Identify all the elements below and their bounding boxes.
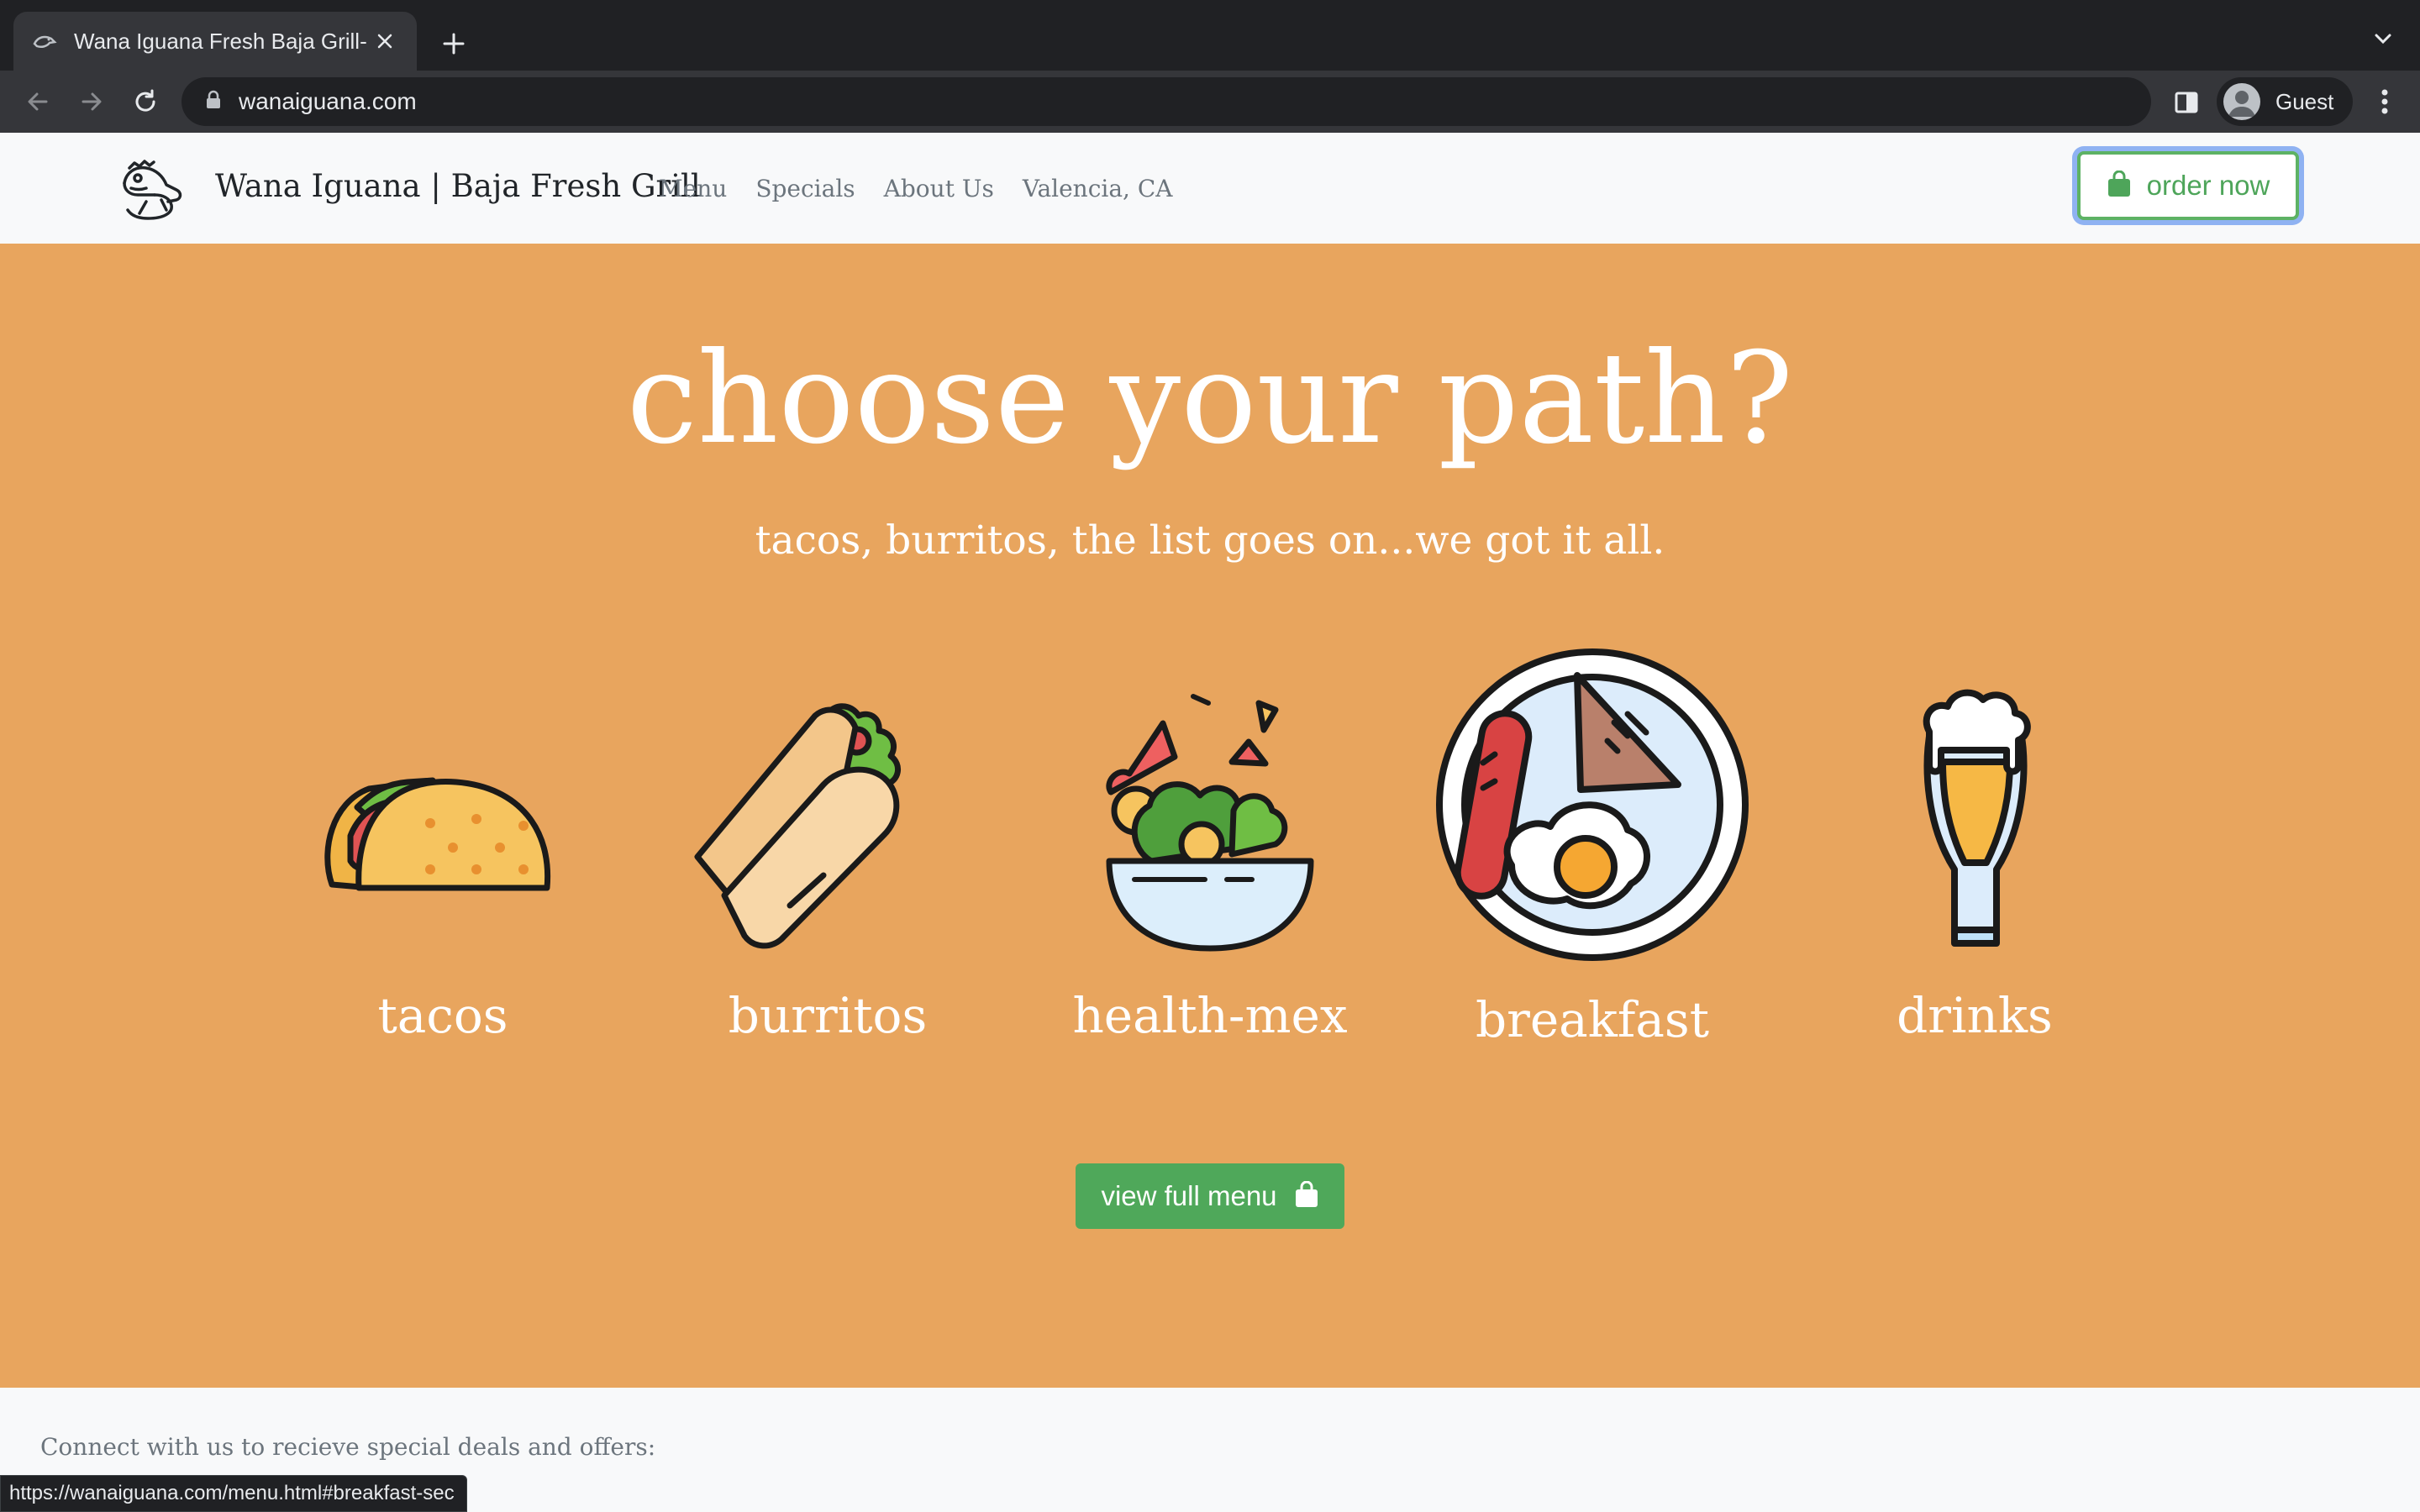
category-label: drinks xyxy=(1897,987,2053,1044)
hero-subtitle: tacos, burritos, the list goes on...we g… xyxy=(755,517,1665,564)
breakfast-plate-icon xyxy=(1436,648,1749,961)
reload-icon[interactable] xyxy=(124,81,166,123)
more-menu-icon[interactable] xyxy=(2368,82,2402,121)
browser-tab[interactable]: Wana Iguana Fresh Baja Grill- V xyxy=(13,12,417,71)
category-health-mex[interactable]: health-mex xyxy=(1067,685,1353,1044)
taco-icon xyxy=(324,777,551,891)
lock-icon xyxy=(205,90,222,114)
browser-toolbar: wanaiguana.com Guest xyxy=(0,71,2420,134)
category-label: burritos xyxy=(728,987,928,1044)
main-nav: Menu Specials About Us Valencia, CA xyxy=(659,175,1173,202)
salad-bowl-icon xyxy=(1106,694,1314,952)
profile-button[interactable]: Guest xyxy=(2217,77,2353,126)
back-arrow-icon[interactable] xyxy=(17,81,59,123)
url-text: wanaiguana.com xyxy=(239,88,417,114)
category-label: tacos xyxy=(377,987,508,1044)
hero-section: choose your path? tacos, burritos, the l… xyxy=(0,244,2420,1388)
nav-link-menu[interactable]: Menu xyxy=(659,175,727,202)
hero-title: choose your path? xyxy=(626,326,1794,472)
chevron-down-icon[interactable] xyxy=(2366,22,2400,55)
tab-title: Wana Iguana Fresh Baja Grill- V xyxy=(74,28,370,54)
footer-connect-text: Connect with us to recieve special deals… xyxy=(40,1433,656,1461)
view-full-menu-button[interactable]: view full menu xyxy=(1076,1163,1344,1229)
category-label: health-mex xyxy=(1072,987,1348,1044)
browser-tabstrip: Wana Iguana Fresh Baja Grill- V xyxy=(0,0,2420,71)
site-header: Wana Iguana | Baja Fresh Grill Menu Spec… xyxy=(0,133,2420,244)
category-label: breakfast xyxy=(1475,991,1710,1048)
close-tab-icon[interactable] xyxy=(370,26,400,56)
iguana-logo-icon[interactable] xyxy=(118,150,192,227)
nav-link-about[interactable]: About Us xyxy=(884,175,994,202)
nav-link-location[interactable]: Valencia, CA xyxy=(1023,175,1173,202)
link-status-bar: https://wanaiguana.com/menu.html#breakfa… xyxy=(0,1475,467,1512)
category-drinks[interactable]: drinks xyxy=(1832,685,2118,1044)
status-url: https://wanaiguana.com/menu.html#breakfa… xyxy=(9,1482,455,1504)
category-burritos[interactable]: burritos xyxy=(689,689,966,1044)
avatar-icon xyxy=(2223,83,2260,120)
shopping-bag-icon xyxy=(2107,170,2132,202)
burrito-icon xyxy=(694,703,901,949)
shopping-bag-icon xyxy=(1294,1180,1319,1212)
forward-arrow-icon[interactable] xyxy=(71,81,113,123)
nav-link-specials[interactable]: Specials xyxy=(755,175,855,202)
side-panel-icon[interactable] xyxy=(2170,86,2203,119)
brand-title[interactable]: Wana Iguana | Baja Fresh Grill xyxy=(215,168,701,204)
view-full-menu-label: view full menu xyxy=(1101,1180,1277,1211)
new-tab-icon[interactable] xyxy=(434,24,474,64)
order-now-label: order now xyxy=(2146,170,2270,201)
category-tacos[interactable]: tacos xyxy=(304,735,581,1044)
iguana-favicon-icon xyxy=(30,27,59,55)
profile-label: Guest xyxy=(2275,88,2334,114)
order-now-button[interactable]: order now xyxy=(2077,151,2299,220)
beer-glass-icon xyxy=(1923,689,2031,947)
category-breakfast[interactable]: breakfast xyxy=(1428,647,1756,1058)
address-bar[interactable]: wanaiguana.com xyxy=(182,77,2151,126)
